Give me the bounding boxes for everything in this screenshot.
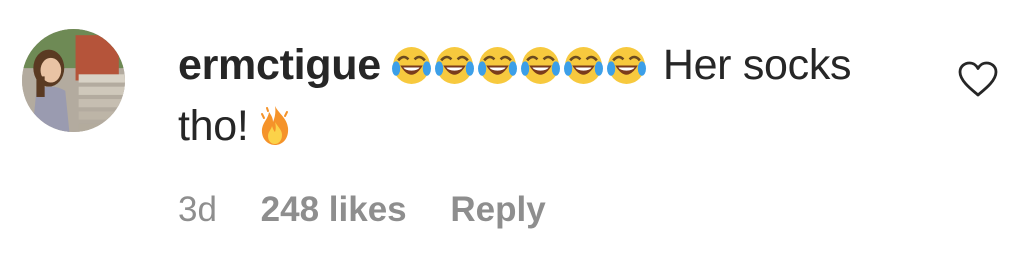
face-with-tears-of-joy-icon	[520, 45, 561, 86]
emoji-run	[391, 45, 649, 99]
comment-body: ermctigue Her socks tho!	[178, 38, 918, 153]
avatar[interactable]	[22, 29, 125, 132]
face-with-tears-of-joy-icon	[563, 45, 604, 86]
like-heart-icon[interactable]	[957, 60, 999, 98]
comment-text-line2: tho!	[178, 102, 249, 150]
face-with-tears-of-joy-icon	[391, 45, 432, 86]
comment-meta: 3d 248 likes Reply	[178, 188, 580, 232]
fire-icon	[257, 104, 293, 146]
face-with-tears-of-joy-icon	[606, 45, 647, 86]
comment-username[interactable]: ermctigue	[178, 41, 381, 89]
comment-timestamp[interactable]: 3d	[178, 190, 217, 229]
avatar-photo	[22, 29, 125, 132]
likes-count[interactable]: 248 likes	[261, 190, 407, 229]
comment: ermctigue Her socks tho! 3d 248 likes Repl…	[0, 0, 1024, 263]
face-with-tears-of-joy-icon	[434, 45, 475, 86]
comment-text: Her socks	[662, 41, 852, 89]
reply-button[interactable]: Reply	[450, 190, 545, 229]
face-with-tears-of-joy-icon	[477, 45, 518, 86]
